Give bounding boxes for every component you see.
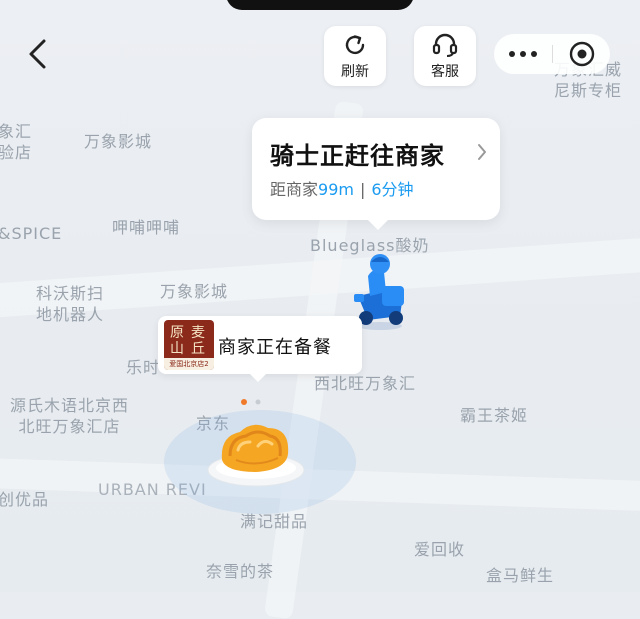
customer-service-label: 客服 bbox=[431, 63, 459, 80]
more-button[interactable] bbox=[494, 50, 552, 58]
phone-notch bbox=[226, 0, 414, 10]
delivery-distance-row: 距商家99m | 6分钟 bbox=[270, 176, 414, 200]
map-label: 象汇 验店 bbox=[0, 122, 33, 162]
food-destination-icon bbox=[164, 410, 356, 514]
map-label: 西北旺万象汇 bbox=[314, 374, 417, 393]
customer-service-button[interactable]: 客服 bbox=[414, 26, 476, 86]
distance-value: 99m bbox=[318, 180, 354, 199]
refresh-label: 刷新 bbox=[341, 63, 369, 80]
distance-prefix: 距商家 bbox=[270, 180, 319, 199]
map-label: 霸王茶姬 bbox=[460, 406, 529, 425]
back-arrow-icon bbox=[29, 39, 46, 69]
eta-value: 6分钟 bbox=[371, 180, 414, 199]
map-label: 乐时 bbox=[126, 358, 161, 377]
map-label: 源氏木语北京西 北旺万象汇店 bbox=[10, 396, 130, 436]
separator: | bbox=[359, 180, 366, 199]
map-label: 万象影城 bbox=[160, 282, 229, 301]
map-label: 呷哺呷哺 bbox=[112, 218, 181, 237]
store-logo: 原 麦 山 丘 爱国北京店2 bbox=[164, 320, 214, 370]
more-dots-icon bbox=[509, 51, 537, 57]
map-label: 爱回收 bbox=[414, 540, 466, 559]
store-logo-text: 丘 bbox=[191, 341, 205, 357]
store-status-text: 商家正在备餐 bbox=[218, 337, 332, 358]
delivery-status-title: 骑士正赶往商家 bbox=[270, 142, 445, 170]
map-label: 万象影城 bbox=[84, 132, 153, 151]
map-label: 科沃斯扫 地机器人 bbox=[36, 284, 105, 324]
capsule-menu bbox=[494, 34, 610, 74]
store-logo-text: 山 bbox=[170, 341, 184, 357]
store-status-card[interactable]: 原 麦 山 丘 爱国北京店2 商家正在备餐 bbox=[158, 316, 362, 382]
headset-icon bbox=[432, 33, 458, 57]
target-icon bbox=[569, 41, 594, 67]
close-miniapp-button[interactable] bbox=[553, 40, 610, 68]
map-label: 创优品 bbox=[0, 490, 50, 509]
refresh-button[interactable]: 刷新 bbox=[324, 26, 386, 86]
map-label: 奈雪的茶 bbox=[206, 562, 275, 581]
map-label: 盒马鲜生 bbox=[486, 566, 555, 585]
refresh-icon bbox=[345, 34, 365, 54]
store-logo-strip: 爱国北京店2 bbox=[164, 358, 214, 370]
back-button[interactable] bbox=[18, 34, 58, 74]
delivery-status-bubble[interactable]: 骑士正赶往商家 距商家99m | 6分钟 bbox=[252, 118, 500, 230]
chevron-right-icon bbox=[478, 144, 486, 160]
map-label: &SPICE bbox=[0, 224, 63, 243]
